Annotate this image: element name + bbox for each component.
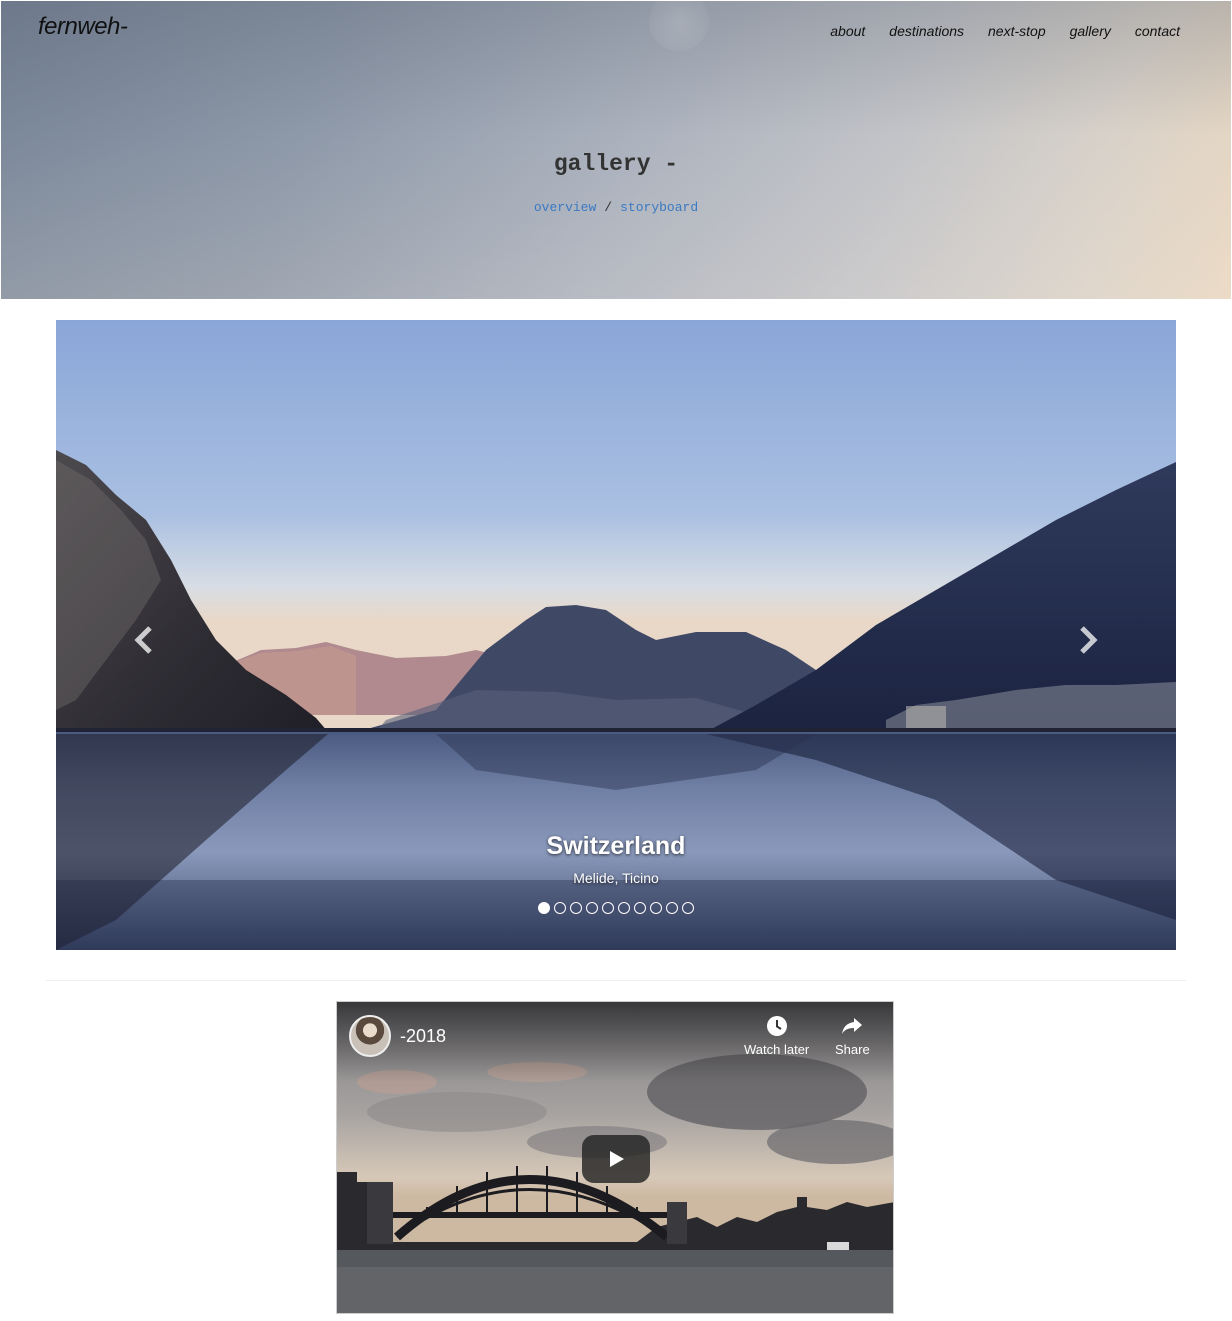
- share-label: Share: [835, 1042, 870, 1057]
- nav-item-destinations[interactable]: destinations: [889, 23, 964, 39]
- photo-carousel: Switzerland Melide, Ticino: [56, 320, 1176, 950]
- section-divider: [46, 980, 1186, 981]
- carousel-caption: Switzerland Melide, Ticino: [56, 832, 1176, 886]
- page-title: gallery -: [553, 151, 679, 177]
- storyboard-link[interactable]: storyboard: [620, 200, 698, 215]
- clock-icon: [766, 1016, 787, 1036]
- overview-link[interactable]: overview: [534, 200, 596, 215]
- carousel-next-control[interactable]: [1068, 620, 1108, 660]
- carousel-prev-control[interactable]: [124, 620, 164, 660]
- nav-item-gallery[interactable]: gallery: [1070, 23, 1111, 39]
- hero-light-glow: [649, 1, 709, 51]
- watch-later-label: Watch later: [744, 1042, 810, 1057]
- carousel-indicator[interactable]: [650, 902, 662, 914]
- carousel-indicator[interactable]: [586, 902, 598, 914]
- brand-logo-link[interactable]: fernweh-: [38, 13, 128, 41]
- play-button[interactable]: [582, 1135, 650, 1183]
- share-button[interactable]: Share: [835, 1015, 870, 1057]
- nav-item-contact[interactable]: contact: [1135, 23, 1180, 39]
- carousel-indicator[interactable]: [634, 902, 646, 914]
- play-icon: [610, 1151, 624, 1167]
- carousel-indicator[interactable]: [602, 902, 614, 914]
- carousel-indicator[interactable]: [666, 902, 678, 914]
- gallery-view-links: overview / storyboard: [1, 200, 1231, 215]
- youtube-video-embed[interactable]: -2018 Watch later Share: [336, 1001, 894, 1314]
- chevron-left-icon: [134, 626, 152, 654]
- gallery-hero-header: fernweh- about destinations next-stop ga…: [1, 1, 1231, 299]
- carousel-indicator[interactable]: [554, 902, 566, 914]
- main-nav: about destinations next-stop gallery con…: [830, 23, 1180, 39]
- video-title-link[interactable]: -2018: [400, 1026, 446, 1047]
- carousel-indicator[interactable]: [570, 902, 582, 914]
- nav-item-next-stop[interactable]: next-stop: [988, 23, 1046, 39]
- carousel-indicators: [56, 902, 1176, 914]
- carousel-indicator[interactable]: [538, 902, 550, 914]
- channel-avatar[interactable]: [349, 1015, 391, 1057]
- chevron-right-icon: [1080, 626, 1098, 654]
- nav-item-about[interactable]: about: [830, 23, 865, 39]
- caption-subtitle: Melide, Ticino: [573, 870, 659, 886]
- carousel-indicator[interactable]: [682, 902, 694, 914]
- share-arrow-icon: [842, 1018, 863, 1034]
- link-separator: /: [604, 200, 613, 215]
- caption-title: Switzerland: [546, 832, 686, 860]
- carousel-indicator[interactable]: [618, 902, 630, 914]
- watch-later-button[interactable]: Watch later: [744, 1015, 809, 1057]
